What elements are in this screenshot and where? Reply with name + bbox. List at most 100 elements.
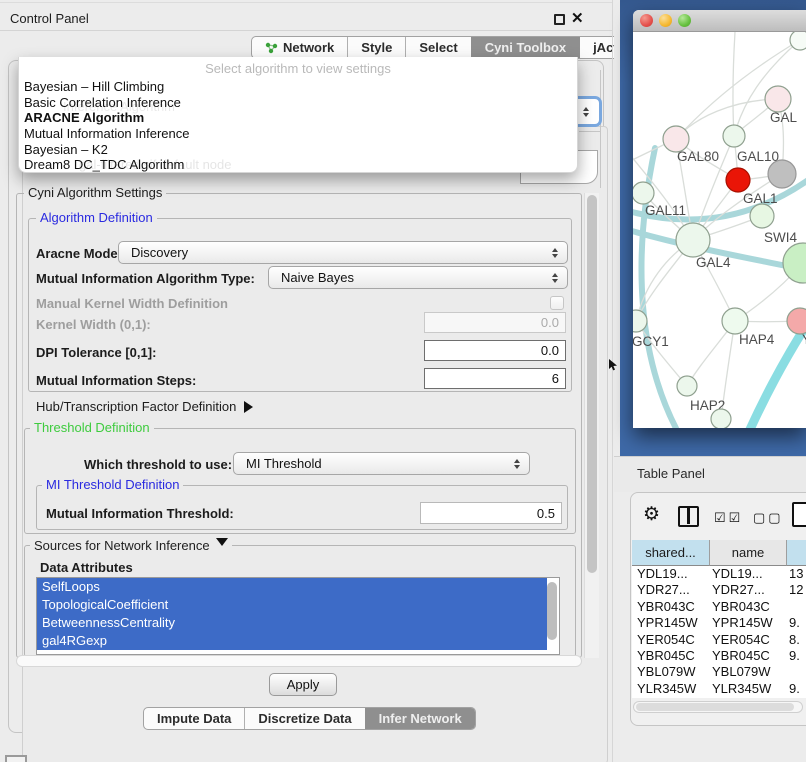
table-row[interactable]: YDL19...YDL19...13 — [632, 566, 806, 582]
node-table: shared...nameA YDL19...YDL19...13YDR27..… — [632, 540, 806, 698]
list-scrollbar[interactable] — [547, 580, 557, 650]
aracne-mode-select[interactable]: Discovery — [118, 241, 568, 264]
network-node-hap2[interactable] — [677, 376, 697, 396]
network-node[interactable] — [768, 160, 796, 188]
algorithm-definition-legend: Algorithm Definition — [36, 211, 157, 225]
gear-icon[interactable]: ⚙ — [643, 503, 660, 526]
column-header-a[interactable]: A — [787, 540, 806, 566]
hub-transcription-factor-toggle[interactable]: Hub/Transcription Factor Definition — [36, 399, 259, 414]
window-minimize-button[interactable] — [659, 14, 672, 27]
network-node[interactable] — [790, 32, 806, 50]
data-attributes-list[interactable]: SelfLoopsTopologicalCoefficientBetweenne… — [36, 577, 560, 655]
mi-steps-input[interactable] — [424, 368, 566, 389]
table-row[interactable]: YLR345WYLR345W9. — [632, 681, 806, 697]
network-node-gal[interactable] — [765, 86, 791, 112]
settings-horizontal-scrollbar[interactable] — [16, 655, 582, 667]
apply-button[interactable]: Apply — [269, 673, 337, 696]
collapsed-panel-chip[interactable] — [5, 755, 27, 762]
network-view-window: GALGAL80GAL10GAL1GAL11SWI4GAL4HAP4YGCY1H… — [633, 10, 806, 428]
tab-label: Style — [361, 37, 392, 58]
tab-style[interactable]: Style — [347, 37, 405, 58]
tab-label: Cyni Toolbox — [485, 37, 566, 58]
tab-discretize-data[interactable]: Discretize Data — [244, 708, 364, 729]
network-node-label: GAL11 — [645, 203, 686, 218]
clear-all-checkboxes-icon[interactable]: ▢▢ — [753, 510, 784, 526]
table-cell: YLR345W — [632, 681, 710, 697]
select-all-checkboxes-icon[interactable]: ☑☑ — [714, 510, 743, 526]
network-node[interactable] — [711, 409, 731, 428]
algorithm-option-mutual-information-inference[interactable]: Mutual Information Inference — [19, 126, 577, 142]
which-threshold-select[interactable]: MI Threshold — [233, 452, 530, 475]
close-icon[interactable]: ✕ — [571, 9, 584, 27]
sources-legend[interactable]: Sources for Network Inference — [30, 538, 232, 553]
tab-cyni-toolbox[interactable]: Cyni Toolbox — [471, 37, 579, 58]
list-scrollbar-thumb[interactable] — [547, 582, 557, 640]
table-cell: YBR045C — [710, 648, 787, 664]
table-horizontal-scrollbar[interactable] — [633, 701, 803, 713]
network-graph[interactable]: GALGAL80GAL10GAL1GAL11SWI4GAL4HAP4YGCY1H… — [633, 32, 806, 428]
attribute-item-gal4rgexp[interactable]: gal4RGexp — [37, 632, 547, 650]
network-view-content[interactable]: GALGAL80GAL10GAL1GAL11SWI4GAL4HAP4YGCY1H… — [633, 32, 806, 428]
network-node[interactable] — [783, 243, 806, 283]
network-node-gal1[interactable] — [726, 168, 750, 192]
stepper-arrows-icon — [577, 104, 595, 120]
table-cell: YDL19... — [632, 566, 710, 582]
window-zoom-button[interactable] — [678, 14, 691, 27]
attribute-item-betweennesscentrality[interactable]: BetweennessCentrality — [37, 614, 547, 632]
algorithm-option-bayesian-k2[interactable]: Bayesian – K2 — [19, 142, 577, 158]
settings-scrollbar-thumb[interactable] — [587, 195, 597, 573]
table-cell — [787, 599, 806, 615]
table-body: YDL19...YDL19...13YDR27...YDR27...12YBR0… — [632, 566, 806, 698]
which-threshold-value: MI Threshold — [234, 456, 508, 471]
dpi-tolerance-input[interactable] — [424, 340, 566, 361]
mi-threshold-input[interactable] — [420, 502, 562, 524]
table-cell: YDR27... — [632, 582, 710, 598]
mi-algorithm-type-select[interactable]: Naive Bayes — [268, 266, 568, 289]
network-node-hap4[interactable] — [722, 308, 748, 334]
table-cell: YBL079W — [710, 664, 787, 680]
attribute-item-selfloops[interactable]: SelfLoops — [37, 578, 547, 596]
table-row[interactable]: YIL053CYIL053C9 — [632, 697, 806, 698]
mi-threshold-label: Mutual Information Threshold: — [46, 506, 234, 521]
table-cell: YBR045C — [632, 648, 710, 664]
window-close-button[interactable] — [640, 14, 653, 27]
network-node-gal11[interactable] — [633, 182, 654, 204]
network-node-gal10[interactable] — [723, 125, 745, 147]
aracne-mode-value: Discovery — [119, 245, 546, 260]
tab-select[interactable]: Select — [405, 37, 470, 58]
tab-infer-network[interactable]: Infer Network — [365, 708, 475, 729]
split-columns-icon[interactable] — [678, 506, 699, 527]
table-row[interactable]: YBL079WYBL079W — [632, 664, 806, 680]
table-row[interactable]: YER054CYER054C8. — [632, 632, 806, 648]
algorithm-option-bayesian-hill-climbing[interactable]: Bayesian – Hill Climbing — [19, 79, 577, 95]
table-row[interactable]: YBR045CYBR045C9. — [632, 648, 806, 664]
column-header-shared[interactable]: shared... — [632, 540, 710, 566]
panel-divider[interactable] — [612, 0, 613, 762]
table-cell: YER054C — [632, 632, 710, 648]
table-row[interactable]: YPR145WYPR145W9. — [632, 615, 806, 631]
table-row[interactable]: YDR27...YDR27...12 — [632, 582, 806, 598]
float-window-icon[interactable] — [554, 14, 565, 25]
settings-vertical-scrollbar[interactable] — [584, 193, 599, 658]
network-node-y[interactable] — [787, 308, 806, 334]
tab-label: Infer Network — [379, 708, 462, 729]
manual-kernel-width-checkbox[interactable] — [550, 296, 564, 310]
aracne-mode-label: Aracne Mode: — [36, 246, 122, 261]
tab-network[interactable]: Network — [252, 37, 347, 58]
network-node-gal4[interactable] — [676, 223, 710, 257]
network-node-swi4[interactable] — [750, 204, 774, 228]
hub-transcription-factor-label: Hub/Transcription Factor Definition — [36, 399, 236, 414]
table-scrollbar-thumb[interactable] — [636, 703, 794, 711]
column-header-name[interactable]: name — [710, 540, 787, 566]
attribute-item-topologicalcoefficient[interactable]: TopologicalCoefficient — [37, 596, 547, 614]
sources-legend-label: Sources for Network Inference — [34, 538, 210, 553]
network-tab-icon — [265, 41, 278, 54]
table-row[interactable]: YBR043CYBR043C — [632, 599, 806, 615]
table-cell: YPR145W — [632, 615, 710, 631]
export-table-icon[interactable] — [792, 502, 806, 527]
collapse-down-icon — [216, 538, 228, 552]
table-cell: YBR043C — [632, 599, 710, 615]
manual-kernel-width-label: Manual Kernel Width Definition — [36, 296, 228, 311]
tab-impute-data[interactable]: Impute Data — [144, 708, 244, 729]
table-panel-title: Table Panel — [637, 466, 705, 481]
